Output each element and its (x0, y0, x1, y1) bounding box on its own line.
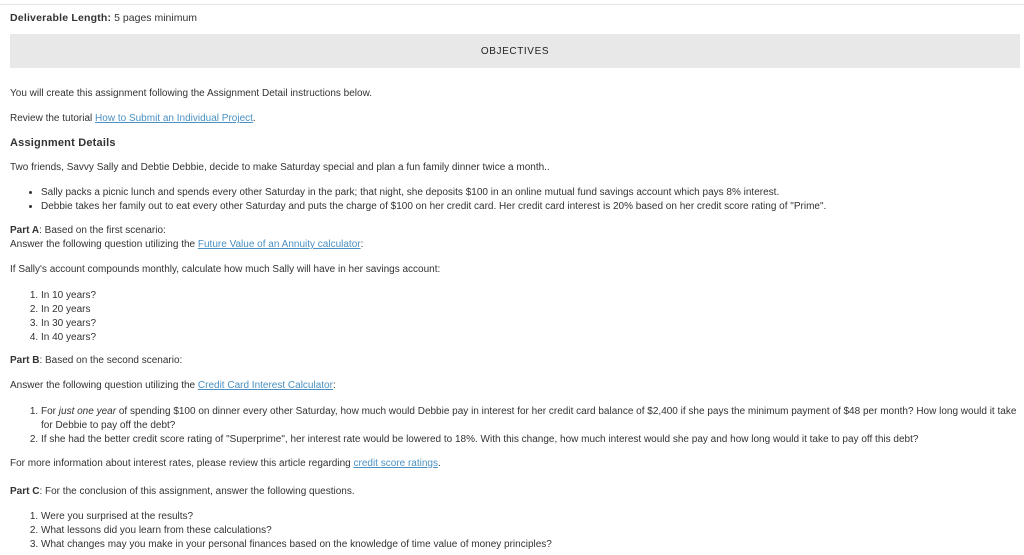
part-b-list: For just one year of spending $100 on di… (10, 405, 1021, 447)
more-info-line: For more information about interest rate… (10, 458, 441, 469)
list-item: For just one year of spending $100 on di… (41, 405, 1021, 433)
credit-score-ratings-link[interactable]: credit score ratings (354, 458, 438, 469)
deliverable-length: Deliverable Length: 5 pages minimum (10, 12, 197, 24)
part-b-label: Part B (10, 355, 40, 366)
deliverable-value: 5 pages minimum (114, 12, 198, 24)
submit-tutorial-link[interactable]: How to Submit an Individual Project (95, 113, 253, 124)
part-c-text: : For the conclusion of this assignment,… (39, 486, 355, 497)
list-item: Debbie takes her family out to eat every… (41, 200, 826, 214)
part-b-heading: Part B: Based on the second scenario: (10, 355, 182, 366)
list-item: In 20 years (41, 303, 96, 317)
part-b-text: : Based on the second scenario: (39, 355, 183, 366)
intro-text: You will create this assignment followin… (10, 88, 373, 99)
scenario-list: Sally packs a picnic lunch and spends ev… (10, 186, 826, 214)
list-item: Were you surprised at the results? (41, 510, 552, 524)
part-a-question: If Sally's account compounds monthly, ca… (10, 264, 441, 275)
part-b-answer-line: Answer the following question utilizing … (10, 380, 336, 391)
objectives-toggle[interactable]: OBJECTIVES (10, 34, 1020, 68)
list-item: What changes may you make in your person… (41, 538, 552, 552)
more-info-suffix: . (437, 458, 441, 469)
part-c-label: Part C (10, 486, 40, 497)
list-item: In 30 years? (41, 317, 96, 331)
scenario-text: Two friends, Savvy Sally and Debtie Debb… (10, 162, 550, 173)
review-line: Review the tutorial How to Submit an Ind… (10, 113, 256, 124)
part-a-heading: Part A: Based on the first scenario: (10, 225, 166, 236)
list-item: In 40 years? (41, 331, 96, 345)
list-item: What lessons did you learn from these ca… (41, 524, 552, 538)
part-c-list: Were you surprised at the results? What … (10, 510, 552, 552)
item-emphasis: just one year (58, 406, 117, 417)
part-a-list: In 10 years? In 20 years In 30 years? In… (10, 289, 96, 345)
future-value-calculator-link[interactable]: Future Value of an Annuity calculator (198, 239, 361, 250)
assignment-page: Deliverable Length: 5 pages minimum OBJE… (0, 0, 1024, 555)
part-a-answer-suffix: : (360, 239, 364, 250)
assignment-details-heading: Assignment Details (10, 137, 116, 149)
part-c-heading: Part C: For the conclusion of this assig… (10, 486, 355, 497)
list-item: Sally packs a picnic lunch and spends ev… (41, 186, 826, 200)
part-a-answer-prefix: Answer the following question utilizing … (10, 239, 198, 250)
more-info-prefix: For more information about interest rate… (10, 458, 354, 469)
list-item: In 10 years? (41, 289, 96, 303)
item-pre: For (41, 406, 59, 417)
review-prefix: Review the tutorial (10, 113, 96, 124)
part-a-text: : Based on the first scenario: (39, 225, 166, 236)
item-post: of spending $100 on dinner every other S… (41, 406, 1017, 431)
review-suffix: . (252, 113, 256, 124)
part-b-answer-suffix: : (332, 380, 336, 391)
objectives-label: OBJECTIVES (480, 45, 550, 57)
credit-card-calculator-link[interactable]: Credit Card Interest Calculator (198, 380, 333, 391)
list-item: If she had the better credit score ratin… (41, 433, 1021, 447)
part-b-answer-prefix: Answer the following question utilizing … (10, 380, 198, 391)
part-a-answer-line: Answer the following question utilizing … (10, 239, 363, 250)
top-divider (0, 4, 1024, 5)
deliverable-key: Deliverable Length: (10, 12, 112, 24)
part-a-label: Part A (10, 225, 40, 236)
